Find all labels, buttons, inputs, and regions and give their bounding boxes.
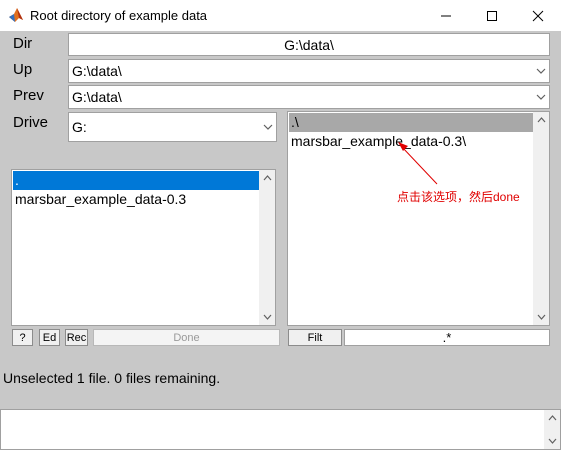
annotation-text: 点击该选项，然后done [397,190,520,204]
directory-scrollbar[interactable] [259,170,275,325]
prev-dropdown-value: G:\data\ [72,89,122,105]
rec-button[interactable]: Rec [65,329,88,346]
dialog-client-area: Dir G:\data\ Up G:\data\ Prev G:\data\ D… [0,31,561,450]
dir-field[interactable]: G:\data\ [68,33,550,56]
filter-input-value: .* [442,330,452,345]
scroll-up-icon[interactable] [544,410,560,426]
edit-button[interactable]: Ed [39,329,60,346]
maximize-button[interactable] [469,0,515,31]
title-bar: Root directory of example data [0,0,561,31]
drive-dropdown-value: G: [72,119,87,135]
scroll-down-icon[interactable] [533,309,549,325]
up-dropdown[interactable]: G:\data\ [68,59,550,83]
prev-dropdown[interactable]: G:\data\ [68,85,550,109]
file-scrollbar[interactable] [533,112,549,325]
minimize-button[interactable] [423,0,469,31]
prev-label: Prev [13,87,44,104]
dir-field-value: G:\data\ [284,37,334,53]
chevron-down-icon[interactable] [260,113,276,141]
window-title: Root directory of example data [30,8,208,23]
drive-dropdown[interactable]: G: [68,112,277,142]
chevron-down-icon[interactable] [533,86,549,108]
directory-listbox[interactable]: . marsbar_example_data-0.3 [11,169,276,326]
help-button[interactable]: ? [12,329,33,346]
status-text: Unselected 1 file. 0 files remaining. [3,370,221,386]
file-listbox[interactable]: .\ marsbar_example_data-0.3\ [287,111,550,326]
scroll-up-icon[interactable] [259,170,275,186]
chevron-down-icon[interactable] [533,60,549,82]
filter-button[interactable]: Filt [288,329,342,346]
list-item[interactable]: marsbar_example_data-0.3\ [289,132,533,151]
list-item[interactable]: marsbar_example_data-0.3 [13,190,259,209]
list-item[interactable]: . [13,171,259,190]
message-textarea[interactable] [0,409,561,450]
matlab-logo-icon [8,7,24,23]
up-label: Up [13,61,33,78]
filter-input[interactable]: .* [344,329,550,346]
done-button[interactable]: Done [93,329,280,346]
scroll-down-icon[interactable] [259,309,275,325]
close-button[interactable] [515,0,561,31]
drive-label: Drive [13,114,49,131]
scroll-down-icon[interactable] [544,433,560,449]
scroll-up-icon[interactable] [533,112,549,128]
list-item[interactable]: .\ [289,113,533,132]
up-dropdown-value: G:\data\ [72,63,122,79]
dir-label: Dir [13,35,33,52]
message-scrollbar[interactable] [544,410,560,449]
